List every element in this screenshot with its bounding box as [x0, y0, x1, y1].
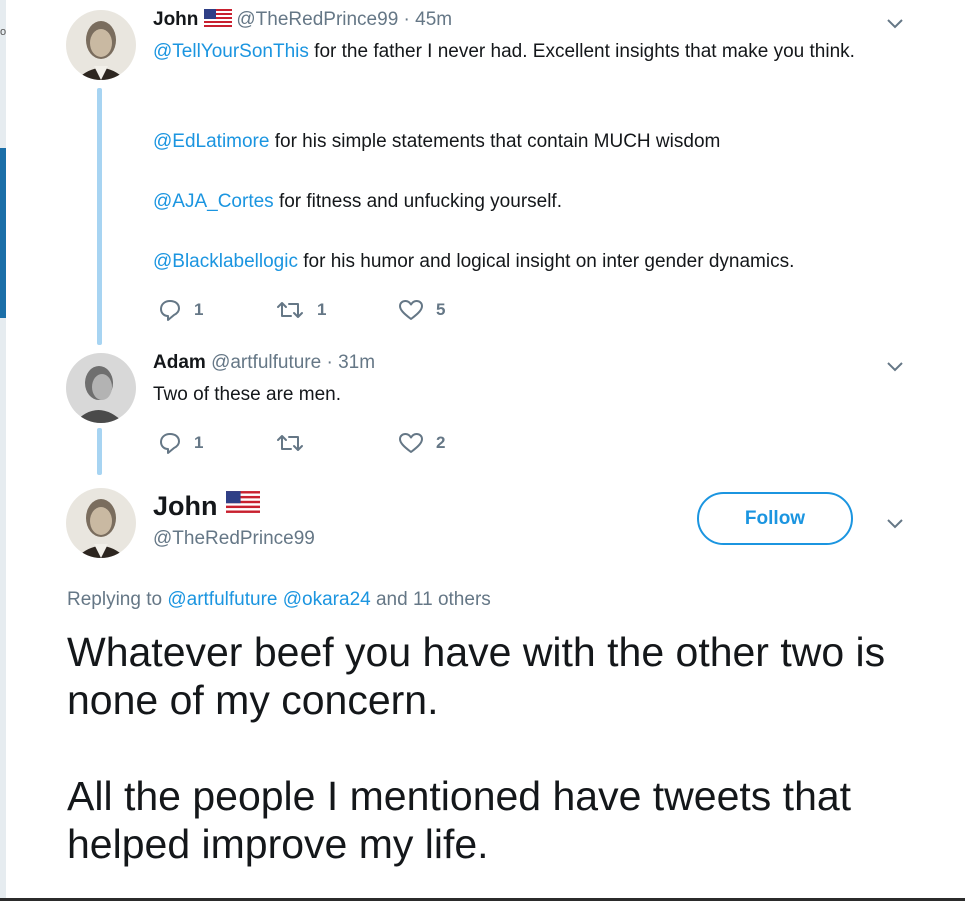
reply-icon	[160, 300, 180, 321]
mention-link[interactable]: @okara24	[283, 589, 371, 610]
like-count: 5	[436, 300, 446, 319]
paragraph: All the people I mentioned have tweets t…	[67, 773, 852, 867]
name-text[interactable]: John	[153, 491, 218, 521]
chevron-down-icon[interactable]	[884, 355, 906, 377]
tweet-line: @EdLatimore for his simple statements th…	[153, 127, 933, 157]
line-text: for his simple statements that contain M…	[269, 131, 721, 152]
tweet-line: @AJA_Cortes for fitness and unfucking yo…	[153, 187, 933, 217]
tweet-text: Two of these are men.	[153, 384, 341, 405]
line-text: for his humor and logical insight on int…	[297, 251, 795, 272]
reply-button[interactable]: 1	[158, 431, 203, 455]
avatar[interactable]	[66, 353, 136, 423]
chevron-down-icon[interactable]	[884, 12, 906, 34]
tweet-line: @Blacklabellogic for his humor and logic…	[153, 247, 933, 277]
like-button[interactable]: 5	[398, 298, 445, 322]
line-text: for the father I never had. Excellent in…	[308, 41, 855, 62]
reply-icon	[160, 433, 180, 454]
edge-glyph: o	[0, 26, 7, 38]
thread-line	[97, 88, 102, 345]
chevron-down-icon[interactable]	[884, 512, 906, 534]
retweet-icon	[277, 435, 303, 451]
tweet-text: Whatever beef you have with the other tw…	[67, 628, 947, 868]
display-name: John	[153, 490, 264, 522]
handle[interactable]: @TheRedPrince99	[236, 9, 398, 30]
paragraph: Whatever beef you have with the other tw…	[67, 629, 886, 723]
replying-prefix: Replying to	[67, 589, 163, 610]
handle[interactable]: @artfulfuture	[211, 352, 321, 373]
reply-button[interactable]: 1	[158, 298, 203, 322]
handle[interactable]: @TheRedPrince99	[153, 528, 315, 550]
avatar[interactable]	[66, 10, 136, 80]
retweet-count: 1	[317, 300, 327, 319]
mention-link[interactable]: @artfulfuture	[167, 589, 277, 610]
separator-dot: ·	[321, 352, 339, 373]
mention-link[interactable]: @TellYourSonThis	[153, 41, 309, 62]
tweet-line: @TellYourSonThis for the father I never …	[153, 37, 933, 97]
mention-link[interactable]: @AJA_Cortes	[153, 191, 274, 212]
tweet-header: Adam @artfulfuture · 31m	[153, 352, 375, 374]
retweet-button[interactable]: 1	[275, 298, 326, 322]
left-window-edge: o	[0, 0, 6, 901]
mention-link[interactable]: @EdLatimore	[153, 131, 269, 152]
line-text: for fitness and unfucking yourself.	[273, 191, 562, 212]
reply-count: 1	[194, 300, 204, 319]
like-count: 2	[436, 433, 446, 452]
retweet-icon	[277, 302, 303, 318]
us-flag-icon	[204, 9, 233, 27]
edge-accent	[0, 148, 6, 318]
reply-count: 1	[194, 433, 204, 452]
display-name[interactable]: John	[153, 9, 198, 30]
avatar[interactable]	[66, 488, 136, 558]
heart-icon	[399, 300, 423, 320]
retweet-button[interactable]	[275, 431, 317, 455]
heart-icon	[399, 433, 423, 453]
others-link[interactable]: and 11 others	[376, 589, 491, 610]
display-name[interactable]: Adam	[153, 352, 206, 373]
replying-to: Replying to @artfulfuture @okara24 and 1…	[67, 589, 491, 611]
mention-link[interactable]: @Blacklabellogic	[153, 251, 298, 272]
tweet-header: John @TheRedPrince99 · 45m	[153, 9, 452, 31]
timestamp[interactable]: 31m	[338, 352, 375, 373]
like-button[interactable]: 2	[398, 431, 445, 455]
thread-line	[97, 428, 102, 475]
tweet-text: @TellYourSonThis for the father I never …	[153, 37, 933, 277]
us-flag-icon	[225, 491, 260, 513]
separator-dot: ·	[398, 9, 416, 30]
timestamp[interactable]: 45m	[415, 9, 452, 30]
follow-button[interactable]: Follow	[697, 492, 853, 545]
